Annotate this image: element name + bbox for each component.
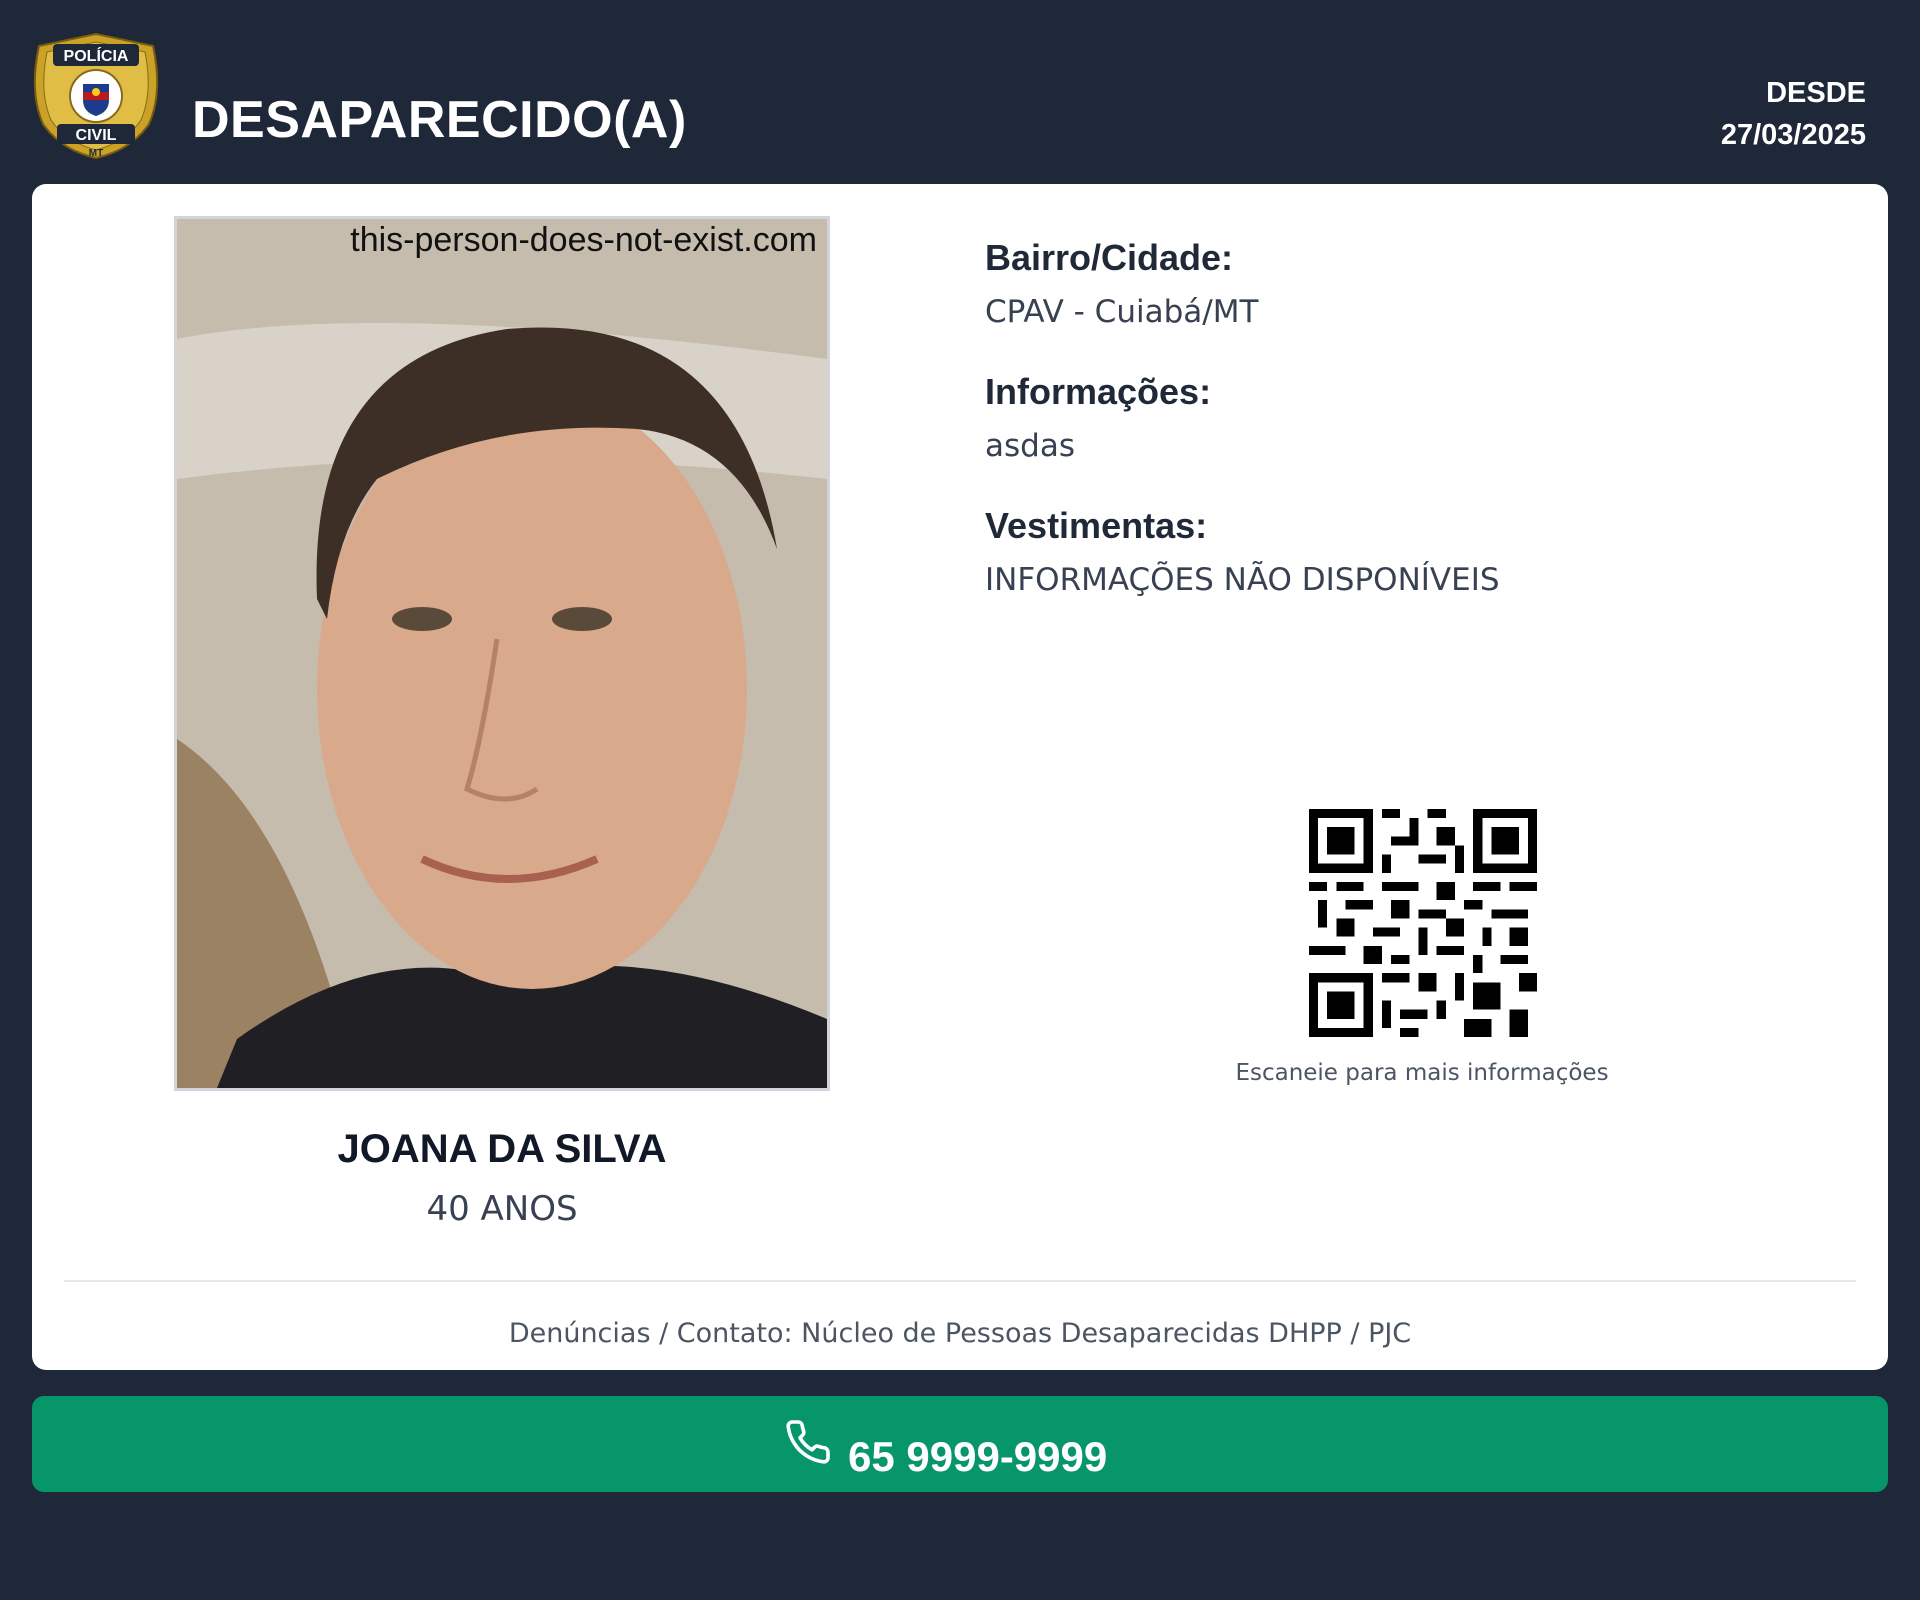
page-title: DESAPARECIDO(A) [192, 91, 687, 149]
clothing-value: INFORMAÇÕES NÃO DISPONÍVEIS [985, 562, 1500, 598]
person-photo: this-person-does-not-exist.com [174, 216, 830, 1091]
svg-text:MT: MT [89, 148, 103, 159]
since-date: 27/03/2025 [1720, 119, 1866, 151]
qr-code-icon[interactable] [1309, 809, 1537, 1037]
information-label: Informações: [985, 371, 1212, 412]
phone-contact-button[interactable]: 65 9999-9999 [32, 1396, 1888, 1492]
clothing-label: Vestimentas: [985, 505, 1208, 546]
location-value: CPAV - Cuiabá/MT [985, 294, 1259, 330]
police-badge-logo: POLÍCIA CIVIL MT [33, 32, 159, 160]
location-label: Bairro/Cidade: [985, 237, 1234, 278]
card-divider [64, 1280, 1856, 1282]
person-age: 40 ANOS [426, 1189, 578, 1229]
person-name: JOANA DA SILVA [337, 1127, 667, 1171]
since-label: DESDE [1766, 77, 1866, 109]
person-photo-image: this-person-does-not-exist.com [177, 219, 827, 1088]
qr-caption: Escaneie para mais informações [1235, 1060, 1609, 1086]
information-value: asdas [985, 428, 1075, 464]
phone-icon [786, 1420, 830, 1464]
page-header: POLÍCIA CIVIL MT DESAPARECIDO(A) DESDE 2… [0, 0, 1920, 184]
svg-text:CIVIL: CIVIL [76, 127, 117, 144]
missing-since: DESDE 27/03/2025 [1721, 72, 1866, 156]
missing-person-card: this-person-does-not-exist.com JOANA DA … [32, 184, 1888, 1370]
phone-number: 65 9999-9999 [848, 1433, 1108, 1480]
svg-text:this-person-does-not-exist.com: this-person-does-not-exist.com [350, 221, 817, 259]
svg-text:POLÍCIA: POLÍCIA [64, 46, 129, 65]
person-details: Bairro/Cidade: CPAV - Cuiabá/MT Informaç… [985, 236, 1865, 638]
contact-footer: Denúncias / Contato: Núcleo de Pessoas D… [508, 1318, 1412, 1349]
